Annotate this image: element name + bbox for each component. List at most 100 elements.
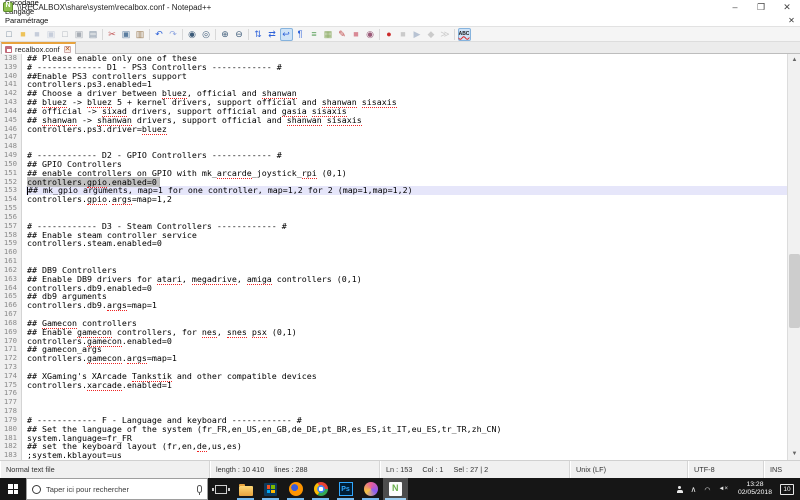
misspelled-word: sisaxis xyxy=(361,97,397,109)
find-icon[interactable]: ◉ xyxy=(186,28,199,41)
replace-icon[interactable]: ◎ xyxy=(200,28,213,41)
doc-map-icon[interactable]: ▦ xyxy=(322,28,335,41)
status-bar: Normal text file length : 10 410 lines :… xyxy=(0,460,800,478)
network-icon[interactable]: ◠ xyxy=(700,486,714,494)
open-file-icon[interactable]: ■ xyxy=(17,28,30,41)
editor-line-183[interactable]: 183 ;system.kblayout=us xyxy=(0,450,787,460)
menu-item-param-trage[interactable]: Paramétrage xyxy=(0,16,56,25)
photoshop-button[interactable]: Ps xyxy=(333,478,358,500)
toolbar-separator xyxy=(215,28,216,40)
tab-recalbox-conf[interactable]: recalbox.conf ✕ xyxy=(1,42,76,54)
editor-line-164[interactable]: 164 controllers.db9.enabled=0 xyxy=(0,283,787,293)
notification-center-icon[interactable]: 10 xyxy=(780,483,794,495)
misspelled-word: args xyxy=(126,353,147,365)
document-close-icon[interactable]: ✕ xyxy=(786,16,800,25)
minimize-button[interactable]: – xyxy=(722,0,748,14)
editor-line-177[interactable]: 177 xyxy=(0,397,787,408)
misspelled-word: sisaxis xyxy=(326,114,362,126)
close-button[interactable]: ✕ xyxy=(774,0,800,14)
code-area[interactable]: 138 ## Please enable only one of these 139… xyxy=(0,54,787,460)
show-all-characters-icon[interactable]: ¶ xyxy=(294,28,307,41)
file-explorer-button[interactable] xyxy=(233,478,258,500)
editor-line-159[interactable]: 159 controllers.steam.enabled=0 xyxy=(0,239,787,249)
macro-play-icon[interactable]: ▶ xyxy=(411,28,424,41)
paste-icon[interactable]: ▥ xyxy=(134,28,147,41)
new-file-icon[interactable]: □ xyxy=(3,28,16,41)
microsoft-store-button[interactable] xyxy=(258,478,283,500)
microphone-icon[interactable] xyxy=(197,485,202,495)
taskbar-clock[interactable]: 13:28 02/05/2018 xyxy=(732,481,778,497)
sync-vertical-icon[interactable]: ⇅ xyxy=(252,28,265,41)
editor-line-166[interactable]: 166 controllers.db9.args=map=1 xyxy=(0,300,787,312)
paint-app-icon xyxy=(363,482,378,496)
editor-area[interactable]: 138 ## Please enable only one of these 139… xyxy=(0,54,800,460)
notepad-plus-plus-window: \\RECALBOX\share\system\recalbox.conf - … xyxy=(0,0,800,500)
toolbar-separator xyxy=(379,28,380,40)
tab-close-icon[interactable]: ✕ xyxy=(63,45,71,53)
zoom-in-icon[interactable]: ⊕ xyxy=(219,28,232,41)
misspelled-word: bluez xyxy=(141,123,167,135)
editor-line-146[interactable]: 146 controllers.ps3.driver=bluez xyxy=(0,123,787,135)
undo-icon[interactable]: ↶ xyxy=(153,28,166,41)
editor-line-155[interactable]: 155 xyxy=(0,203,787,213)
tab-label: recalbox.conf xyxy=(15,44,60,54)
start-button[interactable] xyxy=(0,478,26,500)
photoshop-icon: Ps xyxy=(338,482,353,496)
scroll-down-arrow[interactable]: ▼ xyxy=(788,448,800,460)
chrome-button[interactable] xyxy=(308,478,333,500)
notepad-plus-plus-button[interactable] xyxy=(383,478,408,500)
editor-line-160[interactable]: 160 xyxy=(0,247,787,258)
taskbar-search-input[interactable]: Taper ici pour rechercher xyxy=(26,478,208,500)
spell-check-icon[interactable]: ABC xyxy=(457,27,471,41)
misspelled-word: gamecon xyxy=(86,353,122,365)
macro-record-icon[interactable]: ● xyxy=(383,28,396,41)
redo-icon[interactable]: ↷ xyxy=(167,28,180,41)
chrome-icon xyxy=(313,482,328,496)
sync-horizontal-icon[interactable]: ⇄ xyxy=(266,28,279,41)
monitoring-icon[interactable]: ◉ xyxy=(364,28,377,41)
hidden-icons-chevron[interactable]: ∧ xyxy=(687,485,701,494)
function-list-icon[interactable]: ✎ xyxy=(336,28,349,41)
volume-muted-icon[interactable]: ◄× xyxy=(715,486,732,492)
editor-line-154[interactable]: 154 controllers.gpio.args=map=1,2 xyxy=(0,194,787,206)
misspelled-word: atari xyxy=(156,273,182,285)
folder-workspace-icon[interactable]: ■ xyxy=(350,28,363,41)
firefox-button[interactable] xyxy=(283,478,308,500)
toolbar-separator xyxy=(248,28,249,40)
misspelled-word: snes xyxy=(226,326,247,338)
misspelled-word: psx xyxy=(251,326,267,338)
people-icon[interactable] xyxy=(673,486,687,493)
task-view-button[interactable] xyxy=(208,478,233,500)
macro-stop-icon[interactable]: ■ xyxy=(397,28,410,41)
editor-line-147[interactable]: 147 xyxy=(0,133,787,143)
toolbar-separator xyxy=(102,28,103,40)
macro-save-icon[interactable]: ◆ xyxy=(425,28,438,41)
vertical-scrollbar[interactable]: ▲ ▼ xyxy=(787,54,800,460)
close-all-icon[interactable]: ▣ xyxy=(73,28,86,41)
editor-line-161[interactable]: 161 xyxy=(0,256,787,266)
maximize-button[interactable]: ❐ xyxy=(748,0,774,14)
editor-line-175[interactable]: 175 controllers.xarcade.enabled=1 xyxy=(0,379,787,391)
microsoft-store-icon xyxy=(264,482,277,496)
zoom-out-icon[interactable]: ⊖ xyxy=(233,28,246,41)
close-doc-icon[interactable]: □ xyxy=(59,28,72,41)
editor-line-170[interactable]: 170 controllers.gamecon.enabled=0 xyxy=(0,335,787,347)
editor-line-176[interactable]: 176 xyxy=(0,389,787,399)
save-all-icon[interactable]: ▣ xyxy=(45,28,58,41)
paint-app-button[interactable] xyxy=(358,478,383,500)
indent-guide-icon[interactable]: ≡ xyxy=(308,28,321,41)
editor-line-172[interactable]: 172 controllers.gamecon.args=map=1 xyxy=(0,353,787,365)
cursor-line-label: Ln : 153 xyxy=(386,465,413,474)
task-view-icon xyxy=(211,484,230,494)
copy-icon[interactable]: ▣ xyxy=(120,28,133,41)
doc-type-label: Normal text file xyxy=(6,465,55,474)
toolbar: □ ■ ■ ▣ □ ▣ ▤ ✂ ▣ ▥ ↶ ↷ ◉ ◎ ⊕ ⊖ ⇅ ⇄ ↩ ¶ ≡ ▦ ✎ ■ ◉ ● ■ ▶ ◆ ≫ ABC xyxy=(0,26,800,41)
word-wrap-icon[interactable]: ↩ xyxy=(279,27,293,41)
scroll-up-arrow[interactable]: ▲ xyxy=(788,54,800,66)
misspelled-word: nes xyxy=(201,326,217,338)
scrollbar-thumb[interactable] xyxy=(789,254,800,328)
print-icon[interactable]: ▤ xyxy=(87,28,100,41)
macro-run-multi-icon[interactable]: ≫ xyxy=(439,28,452,41)
save-icon[interactable]: ■ xyxy=(31,28,44,41)
cut-icon[interactable]: ✂ xyxy=(106,28,119,41)
